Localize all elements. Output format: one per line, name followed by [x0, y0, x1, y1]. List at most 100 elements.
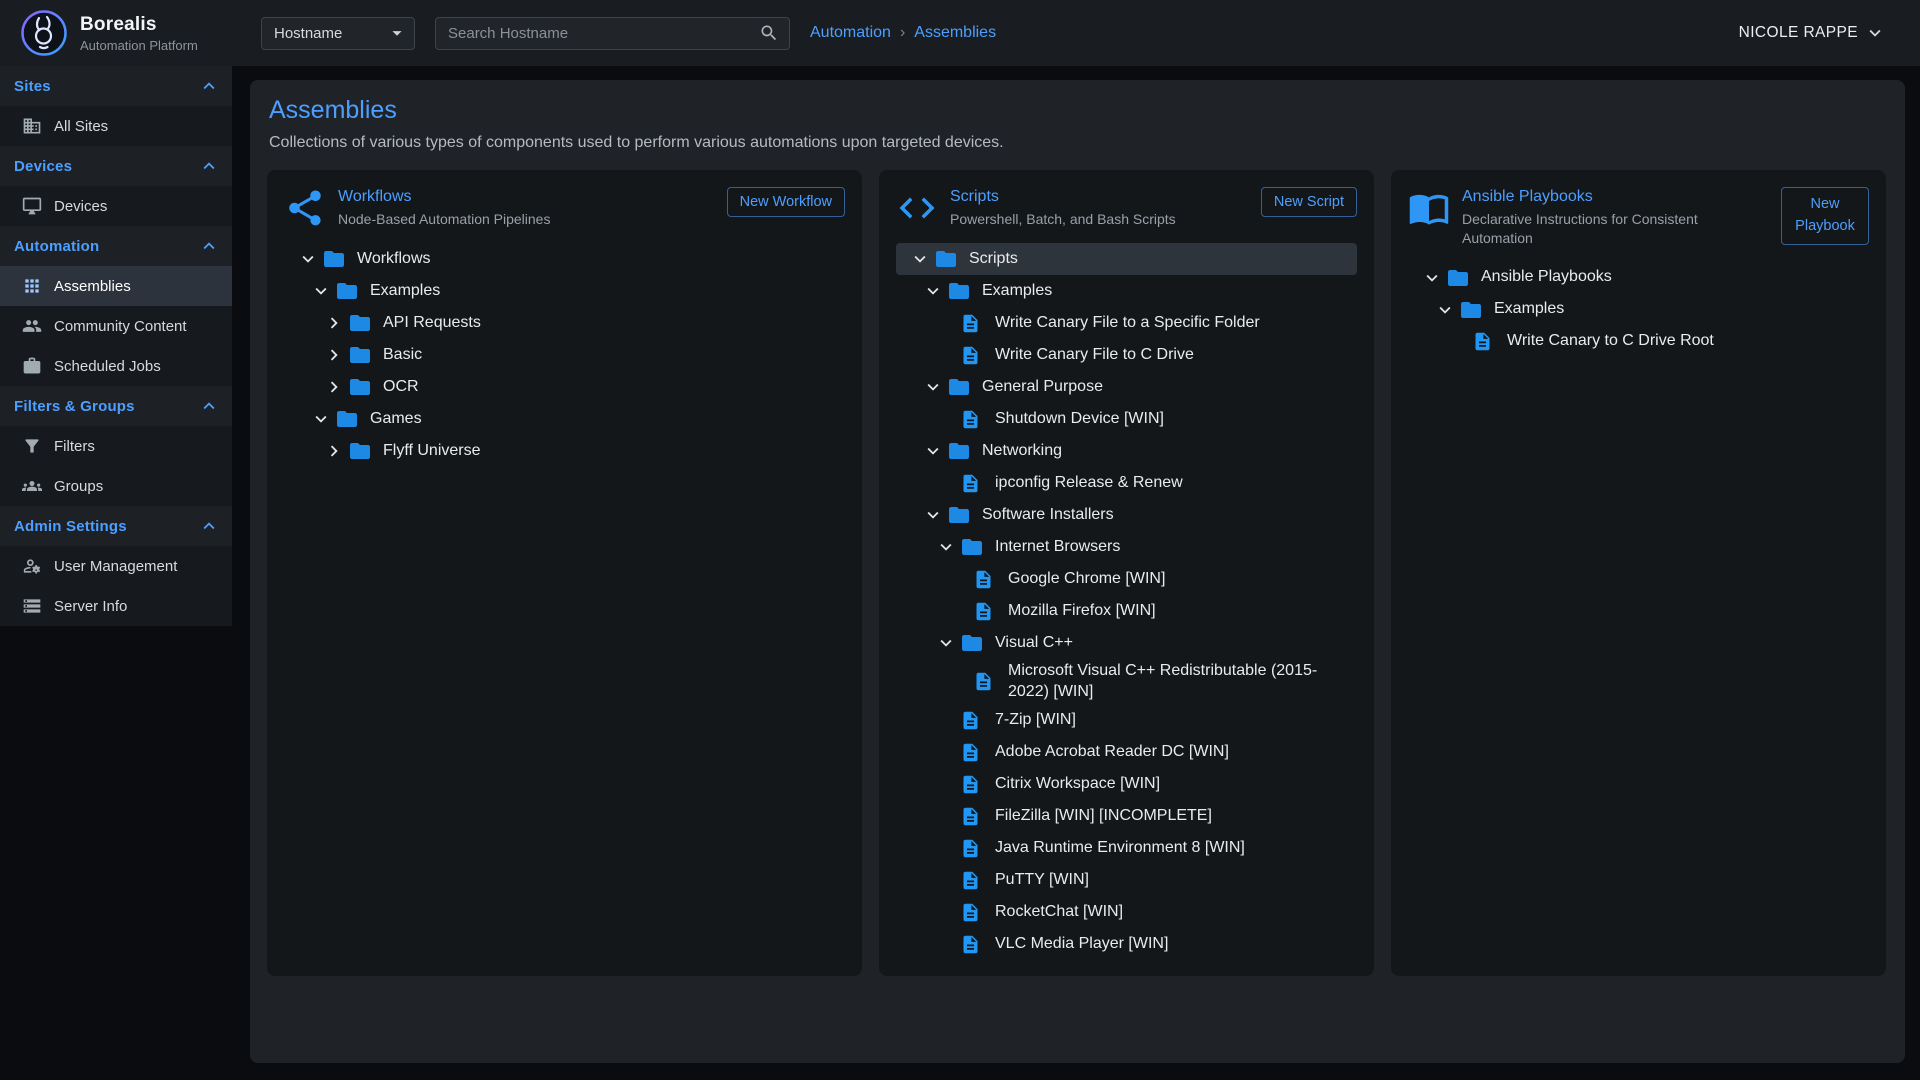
- chevron-up-icon: [198, 155, 220, 177]
- tree-indent-spacer: [932, 742, 960, 764]
- sidebar-section-automation[interactable]: Automation: [0, 226, 232, 266]
- tree-folder-examples[interactable]: Examples: [896, 275, 1357, 307]
- brand[interactable]: Borealis Automation Platform: [0, 9, 240, 57]
- chevron-right-icon[interactable]: [320, 440, 348, 462]
- tree-item-label: ipconfig Release & Renew: [995, 473, 1183, 494]
- chevron-down-icon[interactable]: [919, 440, 947, 462]
- tree-folder-ansible-playbooks[interactable]: Ansible Playbooks: [1408, 262, 1869, 294]
- breadcrumb-link-assemblies[interactable]: Assemblies: [914, 24, 996, 42]
- new-workflow-button[interactable]: New Workflow: [727, 187, 845, 217]
- chevron-down-icon[interactable]: [919, 504, 947, 526]
- tree-file-write-canary-to-c-drive-root[interactable]: Write Canary to C Drive Root: [1408, 326, 1869, 358]
- sidebar-section-sites[interactable]: Sites: [0, 66, 232, 106]
- tree-file-putty-win[interactable]: PuTTY [WIN]: [896, 865, 1357, 897]
- sidebar-section-label: Devices: [14, 158, 72, 175]
- playbooks-tree: Ansible PlaybooksExamplesWrite Canary to…: [1408, 262, 1869, 358]
- breadcrumb-separator: ›: [900, 24, 905, 42]
- tree-file-java-runtime-environment-8-win[interactable]: Java Runtime Environment 8 [WIN]: [896, 833, 1357, 865]
- tree-folder-examples[interactable]: Examples: [1408, 294, 1869, 326]
- breadcrumb-link-automation[interactable]: Automation: [810, 24, 891, 42]
- folder-icon: [348, 343, 378, 367]
- hostname-searchbox[interactable]: [435, 17, 790, 50]
- sidebar-section-label: Filters & Groups: [14, 398, 135, 415]
- tree-folder-scripts[interactable]: Scripts: [896, 243, 1357, 275]
- tree-file-citrix-workspace-win[interactable]: Citrix Workspace [WIN]: [896, 769, 1357, 801]
- tree-file-write-canary-file-to-c-drive[interactable]: Write Canary File to C Drive: [896, 339, 1357, 371]
- chevron-right-icon[interactable]: [320, 376, 348, 398]
- tree-folder-software-installers[interactable]: Software Installers: [896, 499, 1357, 531]
- tree-file-7-zip-win[interactable]: 7-Zip [WIN]: [896, 705, 1357, 737]
- tree-folder-general-purpose[interactable]: General Purpose: [896, 371, 1357, 403]
- chevron-right-icon[interactable]: [320, 312, 348, 334]
- sidebar-item-filters[interactable]: Filters: [0, 426, 232, 466]
- chevron-down-icon[interactable]: [294, 248, 322, 270]
- chevron-up-icon: [198, 235, 220, 257]
- tree-item-label: VLC Media Player [WIN]: [995, 934, 1168, 955]
- chevron-down-icon[interactable]: [307, 408, 335, 430]
- tree-file-mozilla-firefox-win[interactable]: Mozilla Firefox [WIN]: [896, 595, 1357, 627]
- hostname-select[interactable]: Hostname: [261, 17, 415, 50]
- chevron-down-icon[interactable]: [932, 632, 960, 654]
- sidebar-section-label: Admin Settings: [14, 518, 127, 535]
- user-menu[interactable]: NICOLE RAPPE: [1739, 22, 1886, 44]
- sidebar-section-devices[interactable]: Devices: [0, 146, 232, 186]
- sidebar-item-assemblies[interactable]: Assemblies: [0, 266, 232, 306]
- sidebar-item-label: All Sites: [54, 118, 108, 135]
- sidebar-item-community-content[interactable]: Community Content: [0, 306, 232, 346]
- card-subtitle: Declarative Instructions for Consistent …: [1462, 210, 1757, 248]
- chevron-down-icon[interactable]: [906, 248, 934, 270]
- file-icon: [960, 311, 990, 335]
- sidebar-section-admin-settings[interactable]: Admin Settings: [0, 506, 232, 546]
- sidebar-item-label: Filters: [54, 438, 95, 455]
- chevron-down-icon[interactable]: [307, 280, 335, 302]
- chevron-down-icon[interactable]: [1418, 267, 1446, 289]
- sidebar: SitesAll SitesDevicesDevicesAutomationAs…: [0, 66, 232, 626]
- community-icon: [22, 316, 42, 336]
- tree-item-label: Mozilla Firefox [WIN]: [1008, 601, 1156, 622]
- sidebar-item-devices[interactable]: Devices: [0, 186, 232, 226]
- search-input[interactable]: [448, 25, 759, 42]
- chevron-right-icon[interactable]: [320, 344, 348, 366]
- chevron-down-icon[interactable]: [919, 280, 947, 302]
- tree-file-rocketchat-win[interactable]: RocketChat [WIN]: [896, 897, 1357, 929]
- tree-folder-api-requests[interactable]: API Requests: [284, 307, 845, 339]
- tree-file-google-chrome-win[interactable]: Google Chrome [WIN]: [896, 563, 1357, 595]
- new-script-button[interactable]: New Script: [1261, 187, 1357, 217]
- sidebar-item-label: Scheduled Jobs: [54, 358, 161, 375]
- brand-name: Borealis: [80, 14, 198, 36]
- tree-folder-visual-c[interactable]: Visual C++: [896, 627, 1357, 659]
- sidebar-item-groups[interactable]: Groups: [0, 466, 232, 506]
- folder-icon: [348, 311, 378, 335]
- tree-folder-networking[interactable]: Networking: [896, 435, 1357, 467]
- tree-file-microsoft-visual-c-redistributable-2015-2022-win[interactable]: Microsoft Visual C++ Redistributable (20…: [896, 659, 1357, 705]
- file-icon: [960, 709, 990, 733]
- tree-file-ipconfig-release-renew[interactable]: ipconfig Release & Renew: [896, 467, 1357, 499]
- playbooks-card-titles: Ansible Playbooks Declarative Instructio…: [1462, 185, 1757, 248]
- new-playbook-button[interactable]: New Playbook: [1781, 187, 1869, 245]
- file-icon: [960, 837, 990, 861]
- tree-folder-workflows[interactable]: Workflows: [284, 243, 845, 275]
- sidebar-section-filters-groups[interactable]: Filters & Groups: [0, 386, 232, 426]
- tree-folder-internet-browsers[interactable]: Internet Browsers: [896, 531, 1357, 563]
- sidebar-item-all-sites[interactable]: All Sites: [0, 106, 232, 146]
- tree-folder-ocr[interactable]: OCR: [284, 371, 845, 403]
- file-icon: [973, 567, 1003, 591]
- tree-file-vlc-media-player-win[interactable]: VLC Media Player [WIN]: [896, 929, 1357, 961]
- tree-folder-examples[interactable]: Examples: [284, 275, 845, 307]
- tree-folder-basic[interactable]: Basic: [284, 339, 845, 371]
- tree-folder-games[interactable]: Games: [284, 403, 845, 435]
- tree-folder-flyff-universe[interactable]: Flyff Universe: [284, 435, 845, 467]
- tree-file-adobe-acrobat-reader-dc-win[interactable]: Adobe Acrobat Reader DC [WIN]: [896, 737, 1357, 769]
- tree-file-write-canary-file-to-a-specific-folder[interactable]: Write Canary File to a Specific Folder: [896, 307, 1357, 339]
- tree-file-shutdown-device-win[interactable]: Shutdown Device [WIN]: [896, 403, 1357, 435]
- search-icon[interactable]: [759, 23, 779, 43]
- file-icon: [1472, 330, 1502, 354]
- chevron-down-icon[interactable]: [1431, 299, 1459, 321]
- sidebar-item-user-management[interactable]: User Management: [0, 546, 232, 586]
- chevron-down-icon[interactable]: [919, 376, 947, 398]
- page-description: Collections of various types of componen…: [269, 134, 1888, 152]
- sidebar-item-scheduled-jobs[interactable]: Scheduled Jobs: [0, 346, 232, 386]
- tree-file-filezilla-win-incomplete[interactable]: FileZilla [WIN] [INCOMPLETE]: [896, 801, 1357, 833]
- chevron-down-icon[interactable]: [932, 536, 960, 558]
- sidebar-item-server-info[interactable]: Server Info: [0, 586, 232, 626]
